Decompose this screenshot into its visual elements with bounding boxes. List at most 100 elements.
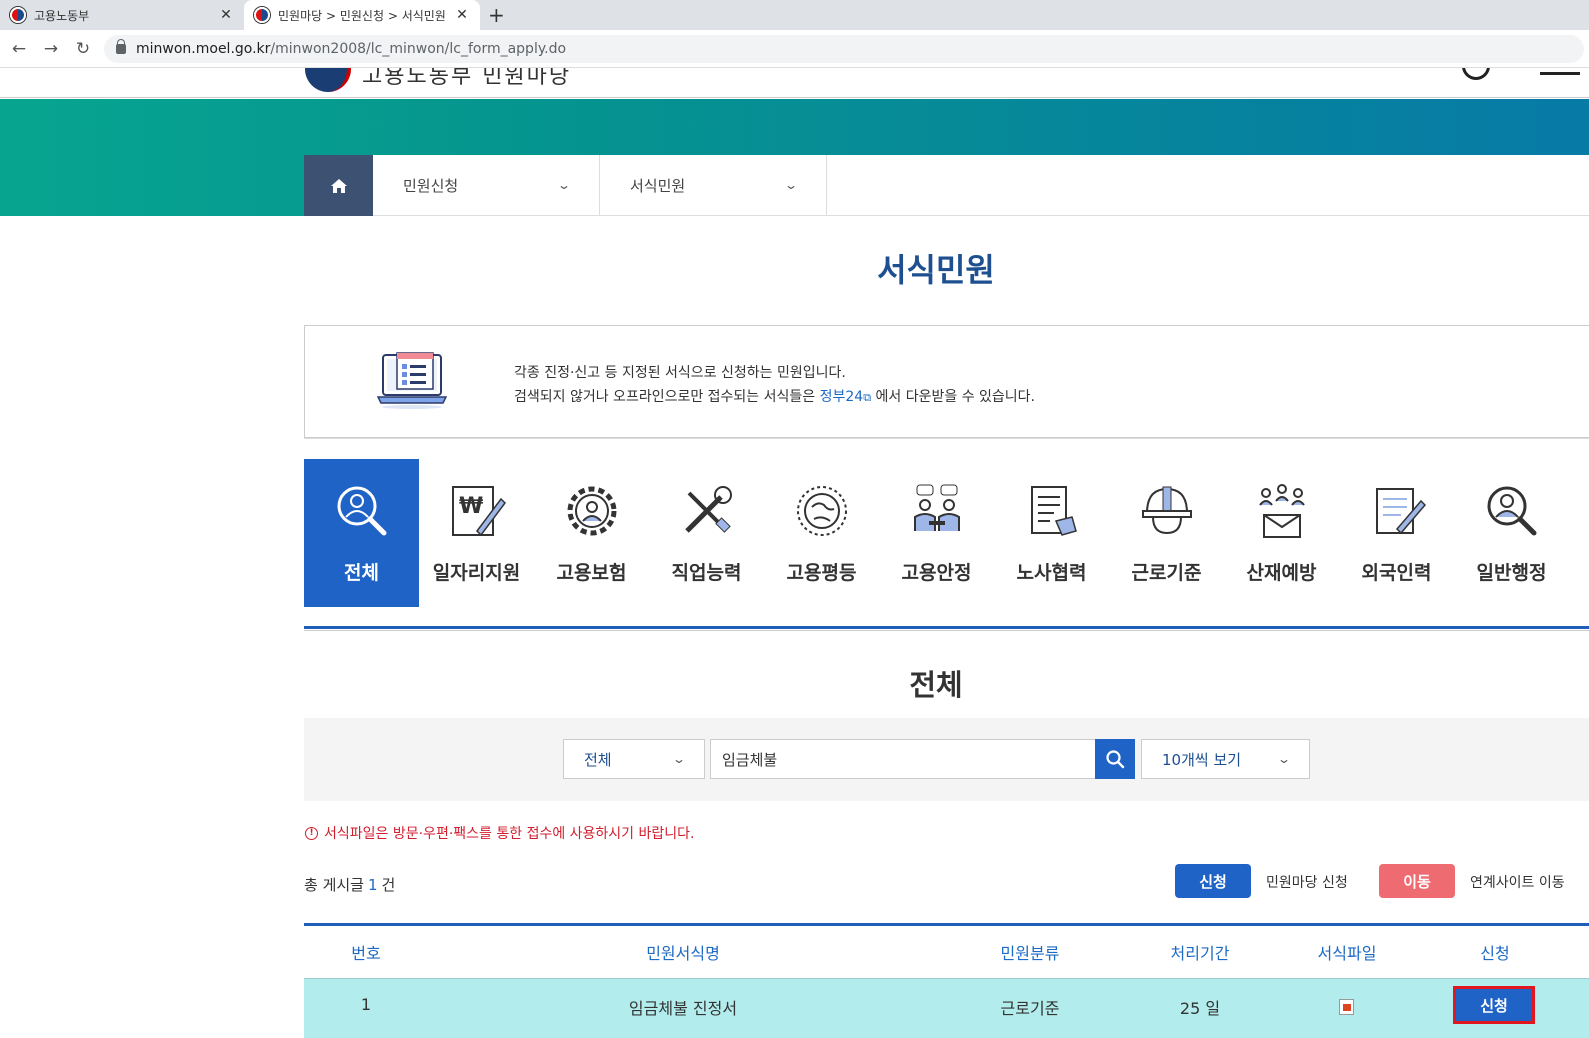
hwp-file-icon[interactable] [1339,999,1354,1015]
back-icon[interactable]: ← [3,39,35,59]
category-tab-foreign[interactable]: 외국인력 [1339,459,1454,607]
tab-title: 민원마당 > 민원신청 > 서식민원 [278,8,446,23]
category-label: 노사협력 [1016,562,1087,584]
tools-icon [684,486,732,533]
url-path: /minwon2008/lc_minwon/lc_form_apply.do [270,41,567,57]
moel-logo-icon[interactable] [305,68,351,92]
category-label: 일반행정 [1476,562,1547,584]
row-name[interactable]: 임금체불 진정서 [583,995,783,1019]
site-logo-text[interactable]: 고용노동부 민원마당 [362,68,571,90]
total-suffix: 건 [381,876,396,894]
close-icon[interactable]: ✕ [454,7,470,23]
category-label: 근로기준 [1131,562,1202,584]
breadcrumb-filler [827,155,1589,216]
document-pen-icon [1375,488,1426,535]
laptop-form-icon [377,352,447,409]
category-tab-jobs[interactable]: ₩ 일자리지원 [419,459,534,607]
category-tab-labor[interactable]: 노사협력 [994,459,1109,607]
table-header-category: 민원분류 [1000,944,1060,963]
search-icon[interactable] [1462,68,1490,80]
scope-select[interactable]: 전체 ⌄ [563,739,705,779]
total-prefix: 총 게시글 [304,876,364,894]
table-header-apply: 신청 [1480,944,1510,963]
table-row[interactable] [304,978,1589,1038]
forward-icon[interactable]: → [35,39,67,59]
table-top-border [304,923,1589,926]
row-category: 근로기준 [1000,999,1060,1018]
breadcrumb-label: 서식민원 [630,176,686,195]
search-person-icon [337,486,386,536]
category-label: 고용평등 [786,562,857,584]
chevron-down-icon: ⌄ [1276,752,1292,766]
search-button[interactable] [1095,739,1135,779]
category-tab-skills[interactable]: 직업능력 [649,459,764,607]
row-apply-button[interactable]: 신청 [1453,986,1535,1024]
chevron-down-icon: ⌄ [671,752,687,766]
moel-favicon-icon [254,7,270,23]
address-bar: ← → ↻ minwon.moel.go.kr/minwon2008/lc_mi… [0,30,1589,68]
browser-tabstrip: 고용노동부 ✕ 민원마당 > 민원신청 > 서식민원 ✕ + [0,0,1589,30]
info-text: 각종 진정·신고 등 지정된 서식으로 신청하는 민원입니다. 검색되지 않거나… [514,361,1035,410]
site-header: 고용노동부 민원마당 [0,68,1589,98]
page-size-select[interactable]: 10개씩 보기 ⌄ [1141,739,1310,779]
home-icon [330,178,347,193]
notice-text: 서식파일은 방문·우편·팩스를 통한 접수에 사용하시기 바랍니다. [324,826,695,842]
table-header-no: 번호 [351,944,381,963]
info-icon: ! [305,826,318,840]
url-field[interactable]: minwon.moel.go.kr/minwon2008/lc_minwon/l… [104,35,1584,63]
gov24-link[interactable]: 정부24⧉ [820,389,871,405]
search-person-icon [1487,486,1536,536]
document-hand-icon [1030,486,1077,536]
lock-icon [116,39,126,54]
category-divider [304,626,1589,629]
gear-person-icon [567,486,616,536]
search-icon [1106,750,1125,769]
reload-icon[interactable]: ↻ [67,39,99,59]
url-host: minwon.moel.go.kr [136,41,271,57]
notice: ! 서식파일은 방문·우편·팩스를 통한 접수에 사용하시기 바랍니다. [305,823,694,843]
total-number: 1 [367,876,378,894]
chevron-down-icon: ⌄ [556,178,572,192]
info-line2: 검색되지 않거나 오프라인으로만 접수되는 서식들은 정부24⧉ 에서 다운받을… [514,385,1035,410]
category-tab-stability[interactable]: 고용안정 [879,459,994,607]
category-tab-safety[interactable]: 산재예방 [1224,459,1339,607]
home-button[interactable] [304,155,373,216]
category-tab-equality[interactable]: 고용평등 [764,459,879,607]
mail-people-icon [1258,484,1305,538]
category-label: 고용안정 [901,562,972,584]
category-label: 외국인력 [1361,562,1432,584]
page-size-select-value: 10개씩 보기 [1162,750,1242,769]
category-tab-all[interactable]: 전체 [304,459,419,607]
breadcrumb-label: 민원신청 [403,176,459,195]
category-tab-admin[interactable]: 일반행정 [1454,459,1569,607]
category-label: 직업능력 [671,562,742,584]
category-tab-insurance[interactable]: 고용보험 [534,459,649,607]
gov24-link-label: 정부24 [819,389,864,405]
search-input[interactable] [710,739,1096,779]
category-tab-standards[interactable]: 근로기준 [1109,459,1224,607]
moel-favicon-icon [10,7,26,23]
close-icon[interactable]: ✕ [218,7,234,23]
table-header-period: 처리기간 [1170,944,1230,963]
new-tab-icon[interactable]: + [488,3,505,27]
table-header-file: 서식파일 [1317,944,1377,963]
breadcrumb-item-form[interactable]: 서식민원 ⌄ [600,155,827,216]
category-tabs: 전체 ₩ 일자리지원 고용보험 직업능력 고용평등 고용안정 노사협력 근로기준… [304,459,1589,607]
info-line2-prefix: 검색되지 않거나 오프라인으로만 접수되는 서식들은 [514,389,816,405]
page-title: 서식민원 [877,251,995,289]
browser-tab-active[interactable]: 민원마당 > 민원신청 > 서식민원 ✕ [244,0,480,30]
info-box: 각종 진정·신고 등 지정된 서식으로 신청하는 민원입니다. 검색되지 않거나… [304,325,1589,438]
legend-move-badge: 이동 [1379,864,1455,898]
legend-move-label: 연계사이트 이동 [1470,875,1565,891]
breadcrumb-item-minwon[interactable]: 민원신청 ⌄ [373,155,600,216]
won-document-icon: ₩ [451,486,506,537]
menu-icon[interactable] [1540,72,1580,75]
browser-tab[interactable]: 고용노동부 ✕ [0,0,244,30]
category-label: 산재예방 [1246,562,1317,584]
meeting-icon [913,484,960,531]
category-label: 고용보험 [556,562,627,584]
globe-icon [796,486,847,536]
section-title: 전체 [909,668,963,702]
row-no: 1 [360,995,372,1014]
total-count: 총 게시글 1 건 [304,874,395,895]
